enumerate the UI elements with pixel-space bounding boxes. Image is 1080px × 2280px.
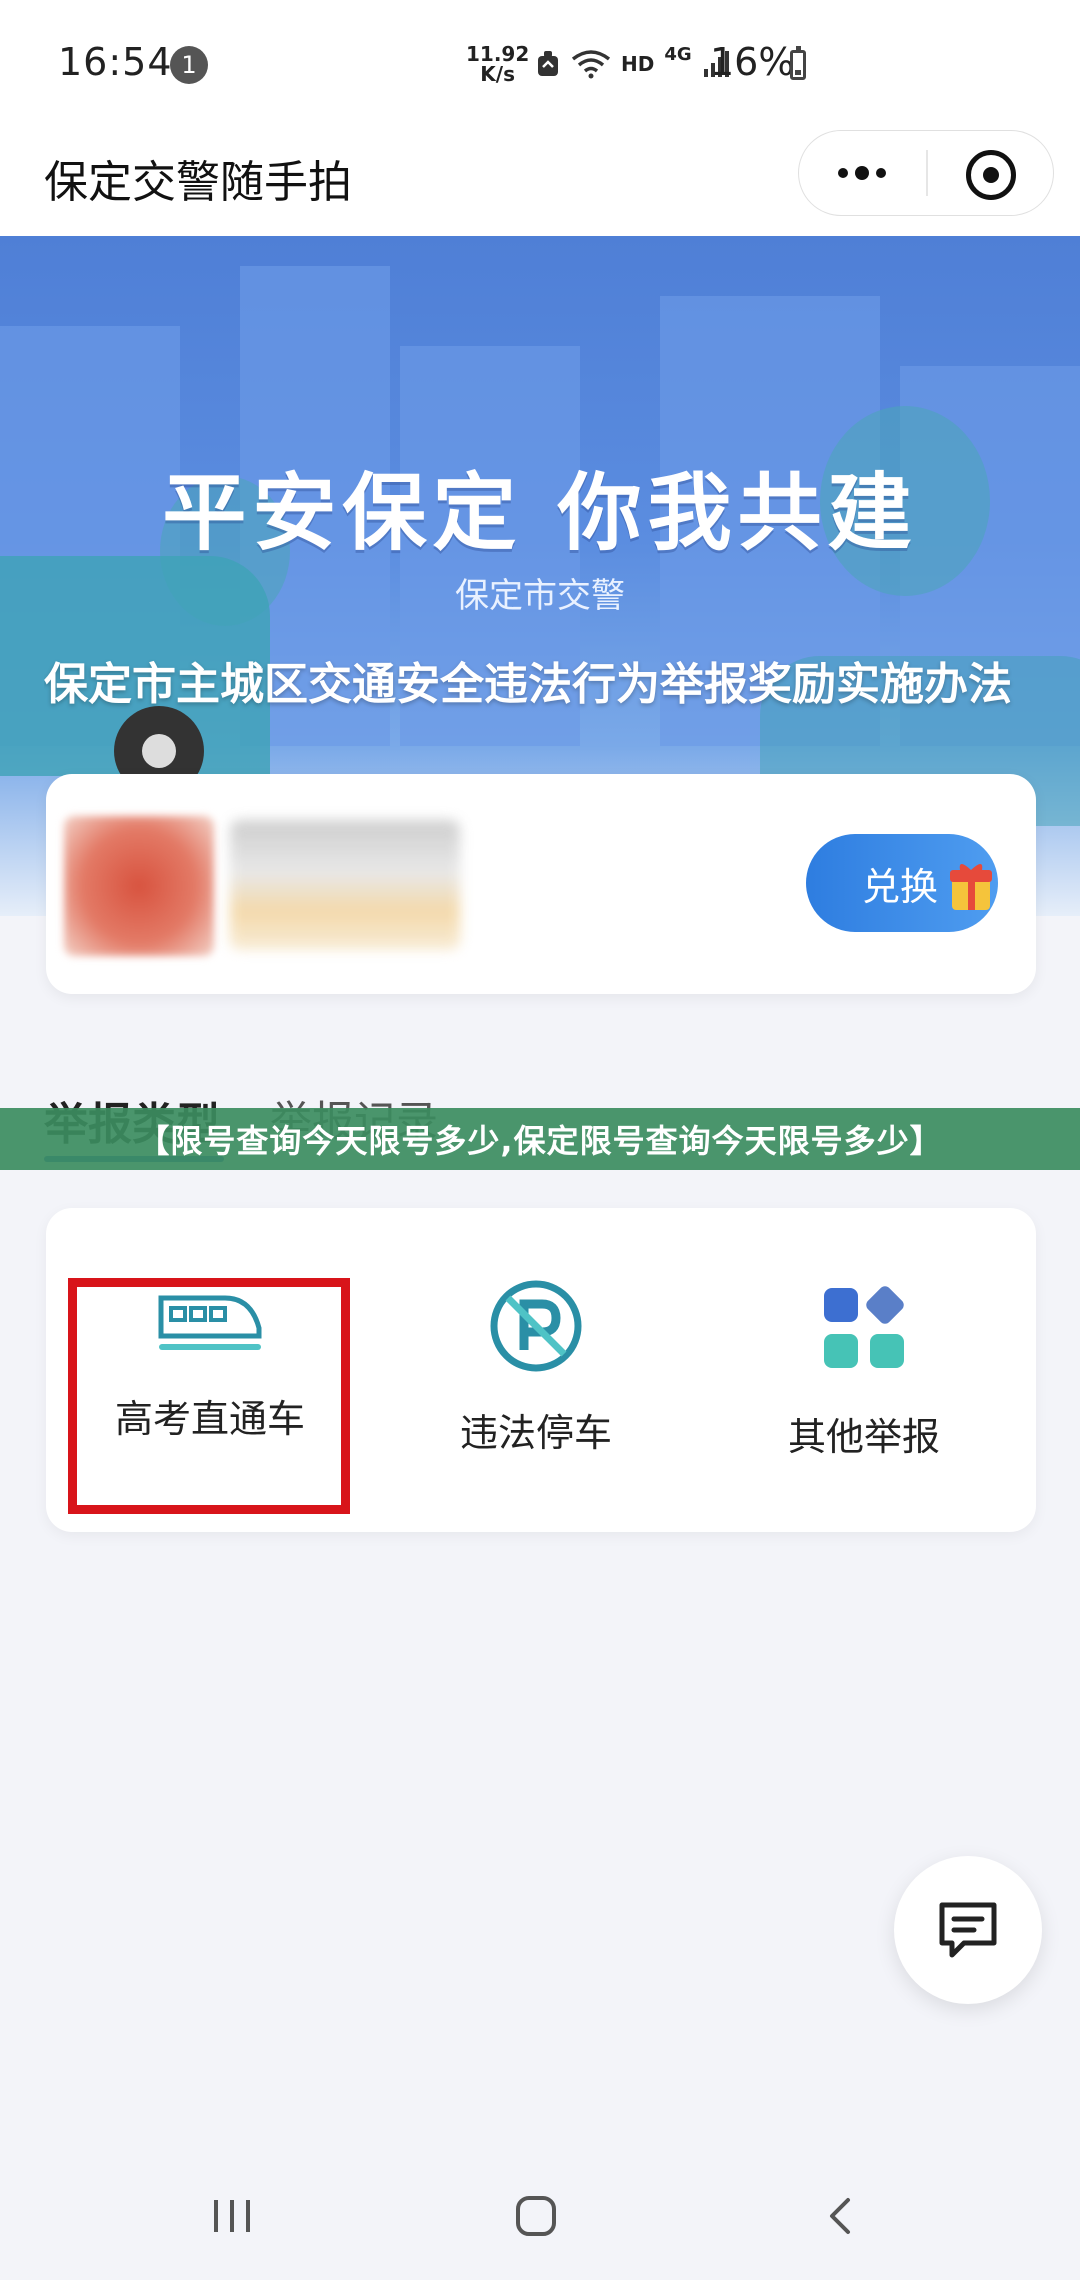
chat-icon: [939, 1902, 997, 1958]
more-dots-icon[interactable]: [832, 150, 892, 196]
banner-subtitle: 保定市交警: [455, 576, 625, 616]
gift-icon: [950, 864, 992, 910]
report-type-label: 违法停车: [459, 1411, 612, 1455]
banner-slogan: 平安保定 你我共建: [162, 464, 918, 562]
network-hd-label: HD: [621, 52, 655, 76]
apps-grid-icon: [824, 1286, 904, 1368]
page-title: 保定交警随手拍: [44, 157, 352, 208]
net-speed-unit: K/s: [480, 62, 515, 86]
status-time: 16:54: [58, 40, 173, 84]
signal-4g-label: 4G: [664, 43, 692, 65]
user-info-blurred: [230, 820, 460, 950]
report-type-other[interactable]: 其他举报: [714, 1286, 1014, 1461]
highlight-box: [68, 1278, 350, 1514]
status-icons: HD 4G: [535, 44, 732, 84]
capsule-divider: [926, 150, 928, 196]
banner-caption: 保定市主城区交通安全违法行为举报奖励实施办法: [44, 659, 1012, 710]
net-speed-value: 11.92: [466, 42, 530, 66]
home-icon[interactable]: [514, 2194, 558, 2238]
recents-icon[interactable]: [210, 2196, 254, 2236]
exchange-button-label: 兑换: [862, 864, 939, 909]
battery-icon: [790, 46, 806, 80]
avatar: [64, 816, 214, 956]
no-parking-icon: [490, 1280, 582, 1372]
target-close-icon[interactable]: [966, 150, 1016, 200]
notification-count-badge: 1: [170, 46, 208, 84]
watermark-caption: 【限号查询今天限号多少,保定限号查询今天限号多少】: [0, 1108, 1080, 1170]
recycle-icon: [538, 51, 558, 76]
report-type-label: 其他举报: [787, 1415, 940, 1459]
wifi-icon: [571, 50, 611, 79]
net-speed: 11.92 K/s: [466, 44, 529, 84]
report-type-illegal-parking[interactable]: 违法停车: [386, 1278, 686, 1457]
chat-button[interactable]: [894, 1856, 1042, 2004]
back-icon[interactable]: [820, 2194, 860, 2238]
battery-percent: 16%: [710, 40, 795, 84]
